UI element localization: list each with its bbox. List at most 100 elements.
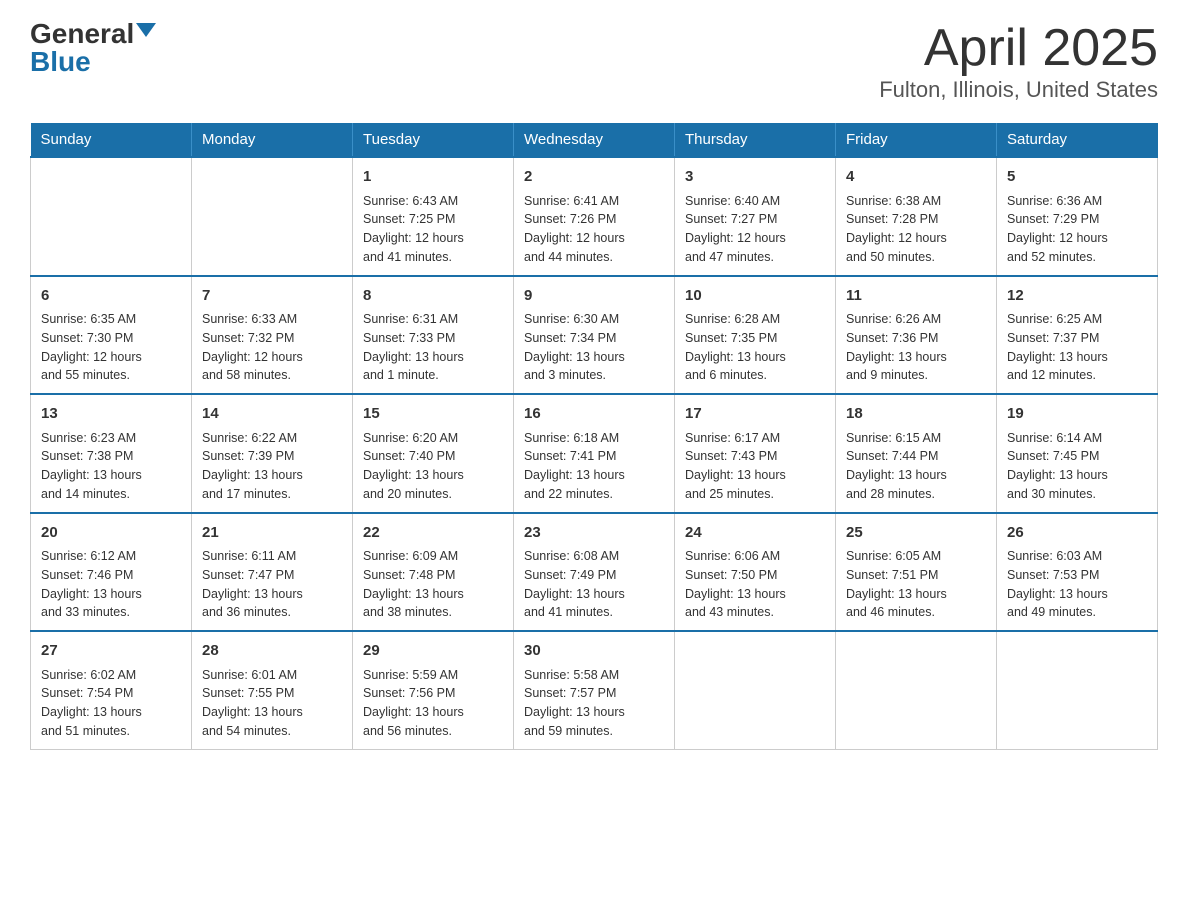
page-title: April 2025 (879, 20, 1158, 77)
calendar-cell: 21Sunrise: 6:11 AMSunset: 7:47 PMDayligh… (192, 513, 353, 632)
day-info: Sunrise: 5:58 AMSunset: 7:57 PMDaylight:… (524, 666, 664, 741)
calendar-week-row: 6Sunrise: 6:35 AMSunset: 7:30 PMDaylight… (31, 276, 1158, 395)
day-info: Sunrise: 6:35 AMSunset: 7:30 PMDaylight:… (41, 310, 181, 385)
calendar-cell: 26Sunrise: 6:03 AMSunset: 7:53 PMDayligh… (997, 513, 1158, 632)
calendar-cell: 29 Sunrise: 5:59 AMSunset: 7:56 PMDayligh… (353, 631, 514, 749)
day-number: 2 (524, 166, 664, 189)
day-number: 28 (202, 640, 342, 663)
calendar-cell: 17 Sunrise: 6:17 AMSunset: 7:43 PMDayligh… (675, 394, 836, 513)
day-number: 4 (846, 166, 986, 189)
day-info: Sunrise: 6:26 AMSunset: 7:36 PMDaylight:… (846, 310, 986, 385)
calendar-cell: 3 Sunrise: 6:40 AMSunset: 7:27 PMDaylight… (675, 157, 836, 276)
day-info: Sunrise: 6:40 AMSunset: 7:27 PMDaylight:… (685, 192, 825, 267)
calendar-cell: 7Sunrise: 6:33 AMSunset: 7:32 PMDaylight… (192, 276, 353, 395)
calendar-header-row: SundayMondayTuesdayWednesdayThursdayFrid… (31, 123, 1158, 157)
day-info: Sunrise: 6:18 AMSunset: 7:41 PMDaylight:… (524, 429, 664, 504)
day-number: 14 (202, 403, 342, 426)
calendar-week-row: 1Sunrise: 6:43 AMSunset: 7:25 PMDaylight… (31, 157, 1158, 276)
day-number: 12 (1007, 285, 1147, 308)
day-info: Sunrise: 5:59 AMSunset: 7:56 PMDaylight:… (363, 666, 503, 741)
day-number: 18 (846, 403, 986, 426)
calendar-col-header-monday: Monday (192, 123, 353, 157)
calendar-cell: 30Sunrise: 5:58 AMSunset: 7:57 PMDayligh… (514, 631, 675, 749)
day-info: Sunrise: 6:28 AMSunset: 7:35 PMDaylight:… (685, 310, 825, 385)
calendar-cell: 23Sunrise: 6:08 AMSunset: 7:49 PMDayligh… (514, 513, 675, 632)
day-number: 15 (363, 403, 503, 426)
calendar-cell: 27 Sunrise: 6:02 AMSunset: 7:54 PMDayligh… (31, 631, 192, 749)
day-info: Sunrise: 6:22 AMSunset: 7:39 PMDaylight:… (202, 429, 342, 504)
day-number: 22 (363, 522, 503, 545)
day-info: Sunrise: 6:20 AMSunset: 7:40 PMDaylight:… (363, 429, 503, 504)
day-info: Sunrise: 6:38 AMSunset: 7:28 PMDaylight:… (846, 192, 986, 267)
day-number: 17 (685, 403, 825, 426)
calendar-col-header-wednesday: Wednesday (514, 123, 675, 157)
day-number: 29 (363, 640, 503, 663)
calendar-cell: 28 Sunrise: 6:01 AMSunset: 7:55 PMDayligh… (192, 631, 353, 749)
calendar-cell: 24Sunrise: 6:06 AMSunset: 7:50 PMDayligh… (675, 513, 836, 632)
calendar-cell: 5 Sunrise: 6:36 AMSunset: 7:29 PMDaylight… (997, 157, 1158, 276)
page-subtitle: Fulton, Illinois, United States (879, 77, 1158, 103)
day-info: Sunrise: 6:31 AMSunset: 7:33 PMDaylight:… (363, 310, 503, 385)
calendar-week-row: 27 Sunrise: 6:02 AMSunset: 7:54 PMDayligh… (31, 631, 1158, 749)
calendar-cell: 13 Sunrise: 6:23 AMSunset: 7:38 PMDayligh… (31, 394, 192, 513)
calendar-col-header-friday: Friday (836, 123, 997, 157)
day-info: Sunrise: 6:01 AMSunset: 7:55 PMDaylight:… (202, 666, 342, 741)
day-info: Sunrise: 6:15 AMSunset: 7:44 PMDaylight:… (846, 429, 986, 504)
calendar-cell: 18 Sunrise: 6:15 AMSunset: 7:44 PMDayligh… (836, 394, 997, 513)
calendar-cell: 9Sunrise: 6:30 AMSunset: 7:34 PMDaylight… (514, 276, 675, 395)
calendar-cell: 2 Sunrise: 6:41 AMSunset: 7:26 PMDaylight… (514, 157, 675, 276)
day-number: 24 (685, 522, 825, 545)
day-info: Sunrise: 6:17 AMSunset: 7:43 PMDaylight:… (685, 429, 825, 504)
day-number: 9 (524, 285, 664, 308)
day-info: Sunrise: 6:23 AMSunset: 7:38 PMDaylight:… (41, 429, 181, 504)
day-info: Sunrise: 6:14 AMSunset: 7:45 PMDaylight:… (1007, 429, 1147, 504)
day-number: 13 (41, 403, 181, 426)
calendar-cell: 4 Sunrise: 6:38 AMSunset: 7:28 PMDaylight… (836, 157, 997, 276)
day-info: Sunrise: 6:05 AMSunset: 7:51 PMDaylight:… (846, 547, 986, 622)
day-number: 23 (524, 522, 664, 545)
day-info: Sunrise: 6:02 AMSunset: 7:54 PMDaylight:… (41, 666, 181, 741)
day-info: Sunrise: 6:25 AMSunset: 7:37 PMDaylight:… (1007, 310, 1147, 385)
logo-general-text: General (30, 20, 134, 48)
day-number: 8 (363, 285, 503, 308)
day-number: 27 (41, 640, 181, 663)
calendar-cell (997, 631, 1158, 749)
logo-triangle-icon (136, 23, 156, 37)
calendar-col-header-tuesday: Tuesday (353, 123, 514, 157)
day-number: 7 (202, 285, 342, 308)
calendar-cell: 11Sunrise: 6:26 AMSunset: 7:36 PMDayligh… (836, 276, 997, 395)
day-info: Sunrise: 6:12 AMSunset: 7:46 PMDaylight:… (41, 547, 181, 622)
calendar-col-header-sunday: Sunday (31, 123, 192, 157)
day-number: 20 (41, 522, 181, 545)
day-info: Sunrise: 6:08 AMSunset: 7:49 PMDaylight:… (524, 547, 664, 622)
calendar-cell: 8Sunrise: 6:31 AMSunset: 7:33 PMDaylight… (353, 276, 514, 395)
page-header: General Blue April 2025 Fulton, Illinois… (30, 20, 1158, 103)
day-info: Sunrise: 6:33 AMSunset: 7:32 PMDaylight:… (202, 310, 342, 385)
day-number: 26 (1007, 522, 1147, 545)
logo: General Blue (30, 20, 156, 76)
day-number: 1 (363, 166, 503, 189)
day-info: Sunrise: 6:11 AMSunset: 7:47 PMDaylight:… (202, 547, 342, 622)
day-number: 5 (1007, 166, 1147, 189)
calendar-cell: 25Sunrise: 6:05 AMSunset: 7:51 PMDayligh… (836, 513, 997, 632)
day-info: Sunrise: 6:36 AMSunset: 7:29 PMDaylight:… (1007, 192, 1147, 267)
logo-blue-text: Blue (30, 48, 156, 76)
day-number: 10 (685, 285, 825, 308)
calendar-cell (31, 157, 192, 276)
day-info: Sunrise: 6:03 AMSunset: 7:53 PMDaylight:… (1007, 547, 1147, 622)
calendar-cell: 14 Sunrise: 6:22 AMSunset: 7:39 PMDayligh… (192, 394, 353, 513)
calendar-cell: 1Sunrise: 6:43 AMSunset: 7:25 PMDaylight… (353, 157, 514, 276)
day-number: 3 (685, 166, 825, 189)
calendar-cell: 16Sunrise: 6:18 AMSunset: 7:41 PMDayligh… (514, 394, 675, 513)
calendar-cell: 10Sunrise: 6:28 AMSunset: 7:35 PMDayligh… (675, 276, 836, 395)
day-info: Sunrise: 6:41 AMSunset: 7:26 PMDaylight:… (524, 192, 664, 267)
calendar-cell (675, 631, 836, 749)
calendar-cell: 19Sunrise: 6:14 AMSunset: 7:45 PMDayligh… (997, 394, 1158, 513)
day-number: 25 (846, 522, 986, 545)
day-number: 6 (41, 285, 181, 308)
calendar-cell (836, 631, 997, 749)
calendar-col-header-saturday: Saturday (997, 123, 1158, 157)
day-number: 11 (846, 285, 986, 308)
day-info: Sunrise: 6:06 AMSunset: 7:50 PMDaylight:… (685, 547, 825, 622)
calendar-week-row: 20Sunrise: 6:12 AMSunset: 7:46 PMDayligh… (31, 513, 1158, 632)
